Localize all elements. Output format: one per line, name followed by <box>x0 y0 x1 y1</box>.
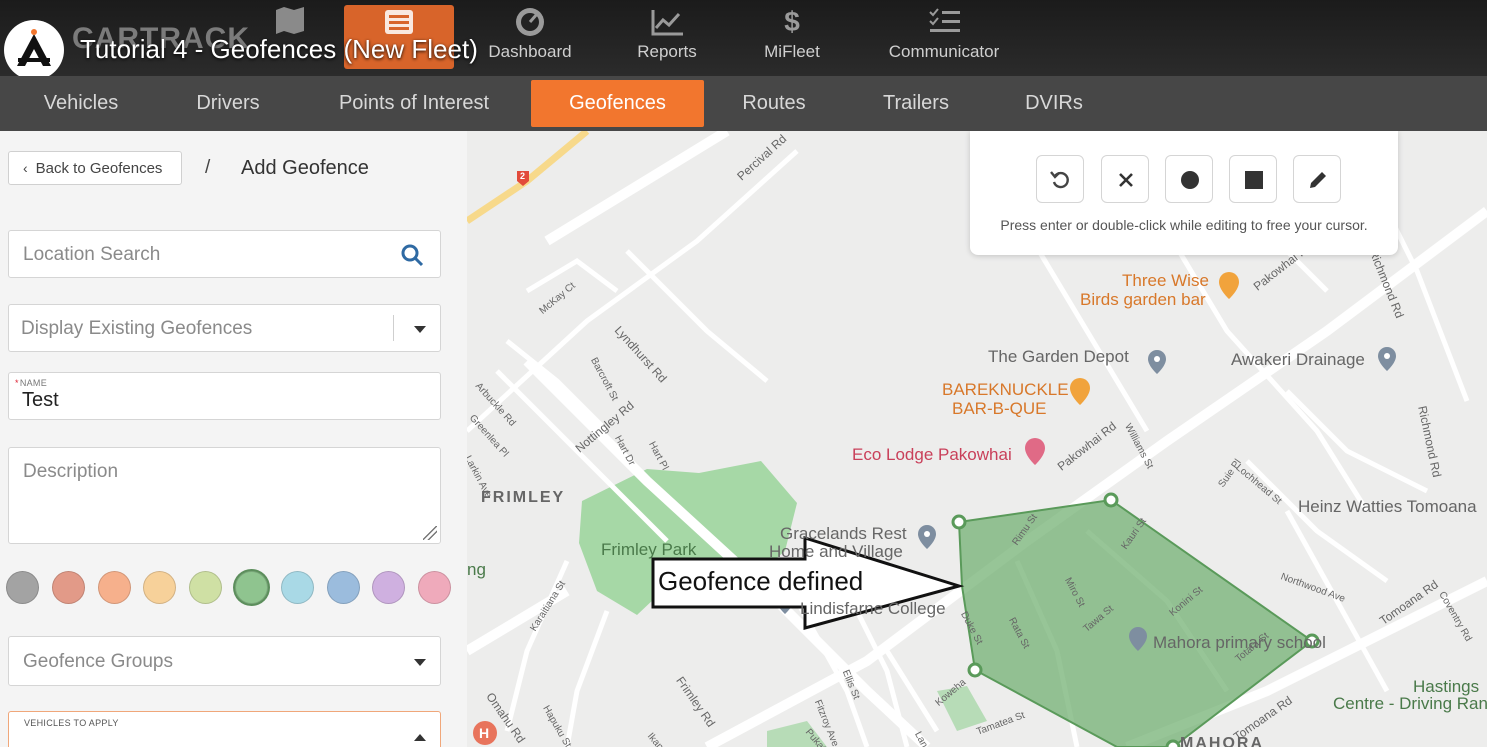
color-swatch[interactable] <box>418 571 452 604</box>
color-swatch[interactable] <box>326 571 360 604</box>
search-icon[interactable] <box>400 243 424 272</box>
poi-bareknuckle[interactable]: BAREKNUCKLE <box>942 380 1069 400</box>
geofence-groups-label: Geofence Groups <box>23 651 173 672</box>
map-canvas[interactable]: FRIMLEY MAHORA Three Wise Birds garden b… <box>467 131 1487 747</box>
color-swatch[interactable] <box>143 571 177 604</box>
color-swatch[interactable] <box>51 571 85 604</box>
color-swatch[interactable] <box>189 571 223 604</box>
hospital-label: H <box>479 725 490 741</box>
color-swatch[interactable] <box>235 571 268 604</box>
chevron-down-icon <box>414 326 426 333</box>
vehicles-to-apply-label: VEHICLES TO APPLY <box>24 718 119 728</box>
display-existing-geofences-select[interactable]: Display Existing Geofences <box>8 304 441 352</box>
video-title: Tutorial 4 - Geofences (New Fleet) <box>80 34 478 64</box>
channel-avatar[interactable] <box>4 20 64 80</box>
poi-bareknuckle-line2[interactable]: BAR-B-QUE <box>952 399 1046 419</box>
resize-handle[interactable] <box>423 526 437 540</box>
geofence-form-panel: ‹ Back to Geofences / Add Geofence Locati… <box>0 131 467 747</box>
display-existing-label: Display Existing Geofences <box>21 318 253 339</box>
location-search-placeholder: Location Search <box>23 244 161 265</box>
geofence-groups-select[interactable]: Geofence Groups <box>8 636 441 686</box>
description-textarea[interactable]: Description <box>8 447 441 544</box>
poi-awakeri-drainage[interactable]: Awakeri Drainage <box>1231 350 1365 370</box>
poi-three-wise-birds-line2[interactable]: Birds garden bar <box>1080 290 1206 310</box>
topnav-dashboard[interactable]: Dashboard <box>480 6 580 68</box>
chart-icon <box>625 6 709 38</box>
dollar-icon: $ <box>784 6 800 37</box>
required-asterisk: * <box>15 378 19 388</box>
route-shield-label: 2 <box>520 171 526 181</box>
color-swatch[interactable] <box>280 571 314 604</box>
map-pin-icon[interactable] <box>1148 350 1166 374</box>
back-button-label: Back to Geofences <box>35 160 163 177</box>
cartrack-logo-icon <box>5 21 63 79</box>
chevron-left-icon: ‹ <box>23 160 28 176</box>
area-label-frimley: FRIMLEY <box>481 489 566 506</box>
close-icon <box>1119 173 1133 187</box>
tab-drivers[interactable]: Drivers <box>185 76 271 131</box>
chevron-down-icon <box>414 659 426 666</box>
page-title: Add Geofence <box>241 157 369 179</box>
toolbar-hint: Press enter or double-click while editin… <box>1000 217 1368 233</box>
topnav-mifleet[interactable]: $ MiFleet <box>752 6 832 68</box>
back-to-geofences-button[interactable]: ‹ Back to Geofences <box>8 151 182 185</box>
tab-trailers[interactable]: Trailers <box>872 76 960 131</box>
poi-garden-depot[interactable]: The Garden Depot <box>988 347 1129 367</box>
undo-icon <box>1050 171 1069 189</box>
undo-button[interactable] <box>1036 155 1084 203</box>
description-placeholder: Description <box>23 461 119 482</box>
poi-hastings-driving-range-line2[interactable]: Centre - Driving Ran <box>1333 694 1487 714</box>
color-swatch[interactable] <box>6 571 39 604</box>
circle-icon <box>1181 171 1199 189</box>
poi-gracelands-line2[interactable]: Home and Village <box>769 542 903 562</box>
draw-rectangle-button[interactable] <box>1229 155 1277 203</box>
hotel-pin-icon[interactable] <box>1025 438 1045 465</box>
map-pin-icon[interactable] <box>1378 347 1396 371</box>
name-field-label: NAME <box>19 378 48 388</box>
area-label-mahora: MAHORA <box>1180 735 1264 747</box>
location-search-input[interactable]: Location Search <box>8 230 441 278</box>
gauge-icon <box>480 6 580 38</box>
tab-routes[interactable]: Routes <box>732 76 816 131</box>
tab-geofences[interactable]: Geofences <box>531 80 704 127</box>
poi-gracelands[interactable]: Gracelands Rest <box>780 524 907 544</box>
square-icon <box>1245 171 1263 189</box>
color-swatch[interactable] <box>372 571 406 604</box>
poi-lindisfarne-college[interactable]: Lindisfarne College <box>800 599 946 619</box>
chevron-up-icon <box>414 734 426 741</box>
restaurant-pin-icon[interactable] <box>1070 378 1090 405</box>
bar-pin-icon[interactable] <box>1219 272 1239 299</box>
topnav-communicator[interactable]: Communicator <box>878 6 1010 68</box>
sub-navigation-bar: Vehicles Drivers Points of Interest Geof… <box>0 76 1487 131</box>
clear-button[interactable] <box>1101 155 1149 203</box>
name-field-value: Test <box>22 389 59 411</box>
poi-frimley-park[interactable]: Frimley Park <box>601 540 696 560</box>
topnav-communicator-label: Communicator <box>888 42 1000 61</box>
topnav-mifleet-label: MiFleet <box>764 42 820 61</box>
callout-text: Geofence defined <box>658 566 864 596</box>
topnav-reports[interactable]: Reports <box>625 6 709 68</box>
select-divider <box>393 315 394 341</box>
draw-circle-button[interactable] <box>1165 155 1213 203</box>
pencil-icon <box>1310 172 1326 188</box>
tab-vehicles[interactable]: Vehicles <box>30 76 132 131</box>
topnav-reports-label: Reports <box>637 42 697 61</box>
poi-eco-lodge[interactable]: Eco Lodge Pakowhai <box>852 445 1012 465</box>
checklist-icon <box>878 6 1010 38</box>
poi-three-wise-birds[interactable]: Three Wise <box>1122 271 1209 291</box>
tab-points-of-interest[interactable]: Points of Interest <box>326 76 502 131</box>
tab-dvirs[interactable]: DVIRs <box>1016 76 1092 131</box>
poi-left-edge-label: ng <box>467 560 486 579</box>
top-navigation-bar: Dashboard Reports $ MiFleet Communicator… <box>0 0 1487 80</box>
vehicles-to-apply-select[interactable]: VEHICLES TO APPLY <box>8 711 441 747</box>
color-swatch[interactable] <box>97 571 131 604</box>
breadcrumb-separator: / <box>205 157 211 178</box>
draw-polygon-button[interactable] <box>1293 155 1341 203</box>
topnav-dashboard-label: Dashboard <box>488 42 572 61</box>
map-pin-icon[interactable] <box>918 525 936 549</box>
drawing-toolbar: Press enter or double-click while editin… <box>970 131 1398 255</box>
poi-heinz-watties[interactable]: Heinz Watties Tomoana <box>1298 497 1477 517</box>
name-field[interactable]: *NAME Test <box>8 372 441 420</box>
